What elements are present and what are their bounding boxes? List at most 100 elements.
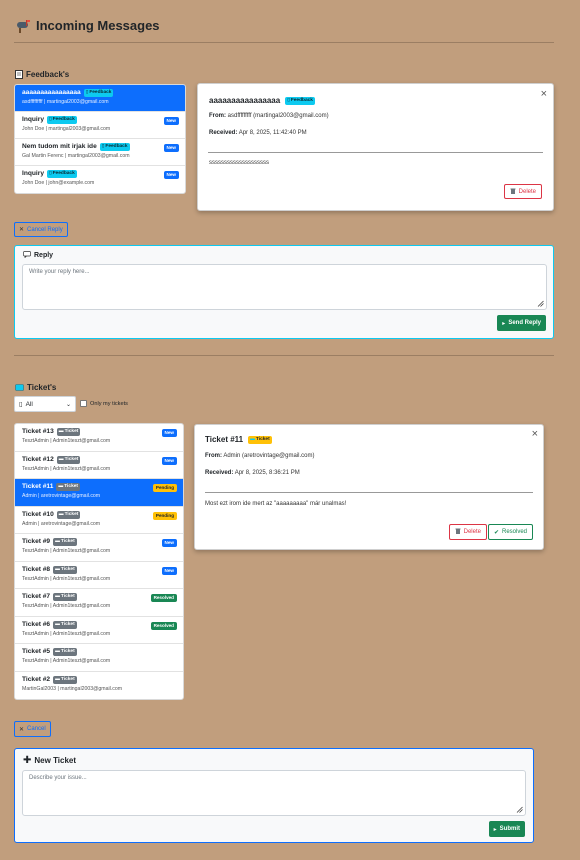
reply-title: Reply — [34, 252, 54, 259]
resize-grip-icon[interactable] — [537, 300, 544, 307]
ticket-list-item[interactable]: Ticket #5 ▬ Ticket TesztAdmin | Admin1teszt… — [15, 644, 183, 672]
status-badge: New — [163, 117, 179, 125]
ticket-icon: ▬ — [55, 539, 60, 544]
mailbox-icon — [16, 19, 31, 33]
send-icon: ▸ — [502, 320, 506, 327]
from-label: From: — [209, 113, 226, 119]
close-icon[interactable]: × — [541, 89, 547, 100]
feedback-item-title-row: Inquiry ▯ Feedback — [22, 169, 178, 179]
cancel-button[interactable]: ✕ Cancel — [14, 721, 51, 737]
ticket-item-title: Ticket #5 — [22, 648, 51, 655]
cancel-reply-button[interactable]: ✕ Cancel Reply — [14, 222, 68, 237]
ticket-item-title: Ticket #6 — [22, 620, 51, 628]
resize-grip-icon[interactable] — [516, 806, 523, 813]
feedback-item-subtitle: Gal Martin Ferenc | martingal2003@gmail.… — [22, 153, 130, 159]
feedback-item-subtitle: asdfffffffff | martingal2003@gmail.com — [22, 99, 109, 105]
feedback-section-label: Feedback's — [26, 70, 70, 79]
status-badge: New — [163, 171, 179, 179]
status-badge: New — [161, 456, 177, 465]
feedback-tag: ▯ Feedback — [46, 116, 77, 124]
send-reply-button[interactable]: ▸ Send Reply — [497, 315, 546, 331]
ticket-tag: ▬ Ticket — [53, 648, 77, 656]
ticket-list-item[interactable]: Ticket #6 ▬ Ticket TesztAdmin | Admin1teszt… — [15, 617, 183, 644]
ticket-item-title-row: Ticket #5 ▬ Ticket — [22, 647, 176, 657]
ticket-section-label: Ticket's — [27, 383, 57, 392]
ticket-item-subtitle: MartinGal2003 | martingal2003@gmail.com — [22, 685, 123, 692]
ticket-tag: ▬ Ticket — [56, 510, 81, 519]
feedback-item-title-row: Nem tudom mit irjak ide ▯ Feedback — [22, 142, 178, 152]
ticket-item-title-row: Ticket #12 ▬ Ticket — [22, 455, 176, 465]
submit-button[interactable]: ▸ Submit — [488, 821, 525, 837]
clipboard-icon: ▯ — [101, 144, 105, 149]
ticket-item-title-row: Ticket #13 ▬ Ticket — [22, 427, 176, 437]
feedback-list-item[interactable]: aaaaaaaaaaaaaaaa ▯ Feedback asdfffffffff | … — [15, 85, 185, 112]
status-badge: Resolved — [150, 621, 177, 630]
reply-title-row: Reply — [23, 251, 53, 260]
ticket-item-subtitle: TesztAdmin | Admin1teszt@gmail.com — [22, 603, 111, 609]
ticket-item-title-row: Ticket #2 ▬ Ticket — [22, 675, 176, 685]
ticket-item-subtitle: Admin | aretrovintage@gmail.com — [22, 493, 101, 499]
feedback-list-item[interactable]: Inquiry ▯ Feedback John Doe | martingal2003… — [15, 112, 185, 139]
ticket-list-item[interactable]: Ticket #8 ▬ Ticket TesztAdmin | Admin1teszt… — [15, 562, 183, 589]
delete-button[interactable]: Delete — [448, 524, 487, 540]
ticket-list-item[interactable]: Ticket #11 ▬ Ticket Admin | aretrovintage@g… — [15, 479, 183, 507]
ticket-section-title: Ticket's — [15, 383, 56, 392]
ticket-detail-body: Most ezt irom ide mert az "aaaaaaaaa" má… — [205, 501, 347, 507]
feedback-list-item[interactable]: Inquiry ▯ Feedback John Doe | john@example.… — [15, 166, 185, 193]
resolved-label: Resolved — [501, 529, 527, 535]
ticket-tag: ▬ Ticket — [248, 435, 272, 444]
page-header: Incoming Messages — [16, 18, 160, 33]
ticket-list-item[interactable]: Ticket #9 ▬ Ticket TesztAdmin | Admin1teszt… — [15, 534, 183, 562]
feedback-tag-label: Feedback — [290, 97, 313, 103]
ticket-list-item[interactable]: Ticket #2 ▬ Ticket MartinGal2003 | martinga… — [15, 672, 183, 700]
section-divider — [14, 355, 554, 356]
ticket-icon: ▬ — [55, 676, 60, 682]
ticket-item-subtitle: TesztAdmin | Admin1teszt@gmail.com — [22, 548, 111, 554]
received-value: Apr 8, 2025, 11:42:40 PM — [238, 130, 307, 136]
ticket-icon: ▬ — [58, 429, 64, 434]
detail-divider — [208, 152, 543, 153]
ticket-list-item[interactable]: Ticket #10 ▬ Ticket Admin | aretrovintage@g… — [15, 507, 183, 534]
close-icon[interactable]: × — [532, 429, 538, 440]
reply-textarea[interactable]: Write your reply here... — [22, 264, 547, 310]
only-my-tickets-checkbox[interactable] — [80, 400, 87, 407]
ticket-list-item[interactable]: Ticket #12 ▬ Ticket TesztAdmin | Admin1tesz… — [15, 452, 183, 479]
feedback-item-subtitle: John Doe | martingal2003@gmail.com — [22, 126, 111, 132]
feedback-detail-card: × aaaaaaaaaaaaaaaa ▯ Feedback From: asdff… — [197, 83, 554, 211]
feedback-section-title: Feedback's — [15, 70, 69, 79]
clipboard-icon: ▯ — [287, 97, 290, 103]
clipboard-icon: ▯ — [48, 117, 52, 122]
clipboard-icon: ▯ — [85, 90, 89, 95]
trash-icon — [455, 528, 461, 536]
status-badge: New — [163, 144, 179, 152]
send-reply-label: Send Reply — [508, 320, 541, 326]
ticket-icon: ▬ — [250, 436, 255, 442]
feedback-tag: ▯ Feedback — [46, 170, 77, 178]
ticket-list-item[interactable]: Ticket #13 ▬ Ticket TesztAdmin | Admin1tesz… — [15, 424, 183, 452]
resolved-button[interactable]: ✔ Resolved — [487, 524, 533, 540]
feedback-list-item[interactable]: Nem tudom mit irjak ide ▯ Feedback Gal Mart… — [15, 139, 185, 166]
new-ticket-panel: ✚ New Ticket Describe your issue... ▸ Su… — [14, 748, 534, 843]
feedback-tag-label: Feedback — [105, 144, 128, 149]
from-label: From: — [205, 453, 222, 459]
feedback-list: aaaaaaaaaaaaaaaa ▯ Feedback asdfffffffff | … — [14, 84, 186, 194]
chevron-down-icon: ⌄ — [65, 401, 71, 408]
ticket-filter-select[interactable]: ▯ All ⌄ — [14, 396, 76, 412]
clipboard-icon: ▯ — [48, 171, 52, 176]
feedback-detail-body: ssssssssssssssssssss — [209, 160, 269, 166]
new-ticket-textarea[interactable]: Describe your issue... — [22, 770, 526, 816]
ticket-tag-label: Ticket — [64, 456, 79, 462]
ticket-list-item[interactable]: Ticket #7 ▬ Ticket TesztAdmin | Admin1teszt… — [15, 589, 183, 617]
document-icon — [15, 70, 23, 79]
ticket-tag: ▬ Ticket — [53, 565, 77, 574]
ticket-item-subtitle: TesztAdmin | Admin1teszt@gmail.com — [22, 630, 111, 637]
status-badge: New — [161, 566, 177, 575]
feedback-detail-received: Received: Apr 8, 2025, 11:42:40 PM — [209, 130, 307, 136]
ticket-item-title: Ticket #2 — [22, 675, 51, 683]
ticket-item-title-row: Ticket #8 ▬ Ticket — [22, 565, 176, 575]
ticket-tag: ▬ Ticket — [53, 620, 77, 629]
ticket-item-subtitle: TesztAdmin | Admin1teszt@gmail.com — [22, 465, 111, 472]
ticket-actions: Delete ✔ Resolved — [448, 524, 533, 540]
delete-button[interactable]: Delete — [503, 184, 542, 199]
delete-label: Delete — [463, 529, 481, 535]
